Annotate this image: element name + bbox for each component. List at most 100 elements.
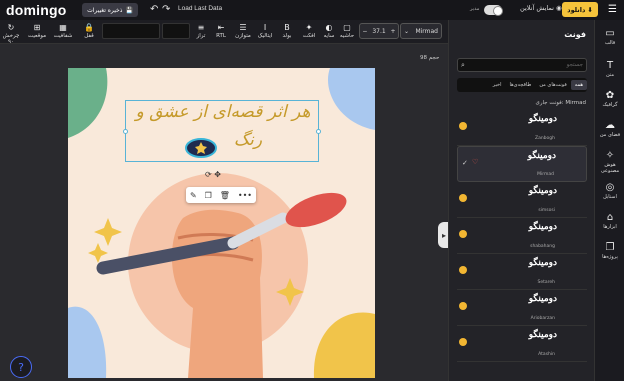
panel-title: فونت bbox=[564, 30, 586, 39]
effect-icon: ✦ bbox=[305, 23, 313, 32]
duplicate-icon[interactable]: ❐ bbox=[205, 191, 212, 200]
rail-item-my-space[interactable]: ☁ فضای من bbox=[595, 120, 624, 138]
rail-item-style[interactable]: ◎ استایل bbox=[595, 182, 624, 200]
font-size-value: 37.1 bbox=[372, 27, 386, 35]
position-icon: ⊞ bbox=[33, 23, 41, 32]
font-item[interactable]: دومینگو Setareh bbox=[457, 254, 587, 290]
help-button[interactable]: ? bbox=[10, 356, 32, 378]
tool-label: افکت bbox=[302, 33, 316, 39]
hamburger-menu-icon[interactable]: ☰ bbox=[608, 4, 617, 15]
rail-item-ai[interactable]: ✧ هوش مصنوعی bbox=[595, 150, 624, 174]
tool-label: شفافیت bbox=[53, 33, 73, 39]
search-icon: ⌕ bbox=[461, 60, 465, 69]
rail-item-projects[interactable]: ❐ پروژه‌ها bbox=[595, 242, 624, 260]
font-tabs: همه فونت‌های من طاقچه‌ی‌ها اخیر bbox=[457, 78, 587, 92]
spacing-input[interactable] bbox=[162, 23, 190, 39]
tool-effect[interactable]: ✦ افکت bbox=[298, 22, 320, 39]
font-sample: دومینگو bbox=[528, 330, 557, 340]
save-icon: 💾 bbox=[125, 6, 133, 14]
mode-toggle[interactable] bbox=[484, 5, 503, 16]
font-size-stepper[interactable]: − 37.1 + bbox=[359, 23, 399, 39]
edit-icon[interactable]: ✎ bbox=[190, 191, 197, 200]
tab-recent[interactable]: اخیر bbox=[489, 80, 506, 90]
font-sample: دومینگو bbox=[528, 114, 557, 124]
resize-handle-right[interactable] bbox=[316, 129, 321, 134]
tool-rtl[interactable]: ⇤ RTL bbox=[210, 22, 232, 39]
save-changes-button[interactable]: ذخیره تغییرات 💾 bbox=[82, 3, 138, 17]
italic-icon: I bbox=[263, 23, 267, 32]
plus-icon[interactable]: + bbox=[391, 28, 396, 35]
tool-label: موقعیت bbox=[27, 33, 47, 39]
favorite-icon[interactable] bbox=[459, 302, 467, 310]
rail-label: فضای من bbox=[599, 132, 621, 138]
tool-border[interactable]: ▢ حاشیه bbox=[336, 22, 358, 39]
favorite-icon[interactable] bbox=[459, 230, 467, 238]
font-item[interactable]: دومینگو Ariobarzan bbox=[457, 290, 587, 326]
tab-all[interactable]: همه bbox=[570, 80, 587, 90]
rail-item-template[interactable]: ▭ قالب bbox=[595, 28, 624, 46]
tool-bold[interactable]: B بولد bbox=[276, 22, 298, 39]
font-item[interactable]: دومینگو simsosi bbox=[457, 182, 587, 218]
tool-label: RTL bbox=[216, 33, 226, 39]
tools-icon: ⌂ bbox=[606, 212, 614, 223]
download-button[interactable]: دانلود ⬇ bbox=[562, 2, 598, 17]
undo-icon[interactable]: ↶ bbox=[150, 4, 158, 15]
selection-context-menu: ✎ ❐ 🗑 ••• bbox=[186, 187, 256, 203]
font-item[interactable]: دومینگو Atashin bbox=[457, 326, 587, 362]
redo-icon[interactable]: ↷ bbox=[162, 4, 170, 15]
font-item[interactable]: دومینگو Zanbogh bbox=[457, 110, 587, 146]
font-family-value: Mirmad bbox=[415, 27, 438, 35]
rail-item-graphics[interactable]: ✿ گرافیک bbox=[595, 90, 624, 108]
font-sample: دومینگو bbox=[528, 294, 557, 304]
rail-label: گرافیک bbox=[602, 102, 618, 108]
font-name: Setareh bbox=[537, 280, 555, 285]
font-item-selected[interactable]: ✓ ♡ دومینگو Mirmad bbox=[457, 146, 587, 182]
tab-collections[interactable]: طاقچه‌ی‌ها bbox=[505, 80, 535, 90]
tool-rotate[interactable]: ↻ چرخش ۹۰ bbox=[0, 22, 22, 45]
minus-icon[interactable]: − bbox=[362, 28, 367, 35]
tool-justify[interactable]: ☰ متوازن bbox=[232, 22, 254, 39]
selection-box[interactable] bbox=[123, 100, 321, 162]
tool-label: حاشیه bbox=[339, 33, 355, 39]
load-last-data-link[interactable]: Load Last Data bbox=[178, 5, 222, 12]
tool-position[interactable]: ⊞ موقعیت bbox=[26, 22, 48, 39]
tool-label: سایه bbox=[323, 33, 335, 39]
font-item[interactable]: دومینگو shabahang bbox=[457, 218, 587, 254]
delete-icon[interactable]: 🗑 bbox=[220, 191, 230, 200]
lock-icon: 🔒 bbox=[84, 23, 94, 32]
font-sample: دومینگو bbox=[528, 258, 557, 268]
search-placeholder: جستجو bbox=[566, 62, 583, 68]
favorite-icon[interactable] bbox=[459, 266, 467, 274]
favorite-icon[interactable] bbox=[459, 122, 467, 130]
tool-italic[interactable]: I ایتالیک bbox=[254, 22, 276, 39]
tool-opacity[interactable]: ▦ شفافیت bbox=[52, 22, 74, 39]
font-search-input[interactable]: ⌕ جستجو bbox=[457, 58, 587, 72]
tool-label: قفل bbox=[84, 33, 94, 39]
sparkle bbox=[94, 218, 122, 246]
tool-align[interactable]: ≡ تراز bbox=[190, 22, 212, 39]
resize-handle-left[interactable] bbox=[123, 129, 128, 134]
tool-lock[interactable]: 🔒 قفل bbox=[78, 22, 100, 39]
favorite-icon[interactable] bbox=[459, 194, 467, 202]
font-family-select[interactable]: ⌄ Mirmad bbox=[400, 23, 442, 39]
font-name: Mirmad bbox=[537, 172, 554, 177]
color-input[interactable] bbox=[102, 23, 160, 39]
font-name: Atashin bbox=[538, 352, 555, 357]
tab-my-fonts[interactable]: فونت‌های من bbox=[535, 80, 570, 90]
rtl-icon: ⇤ bbox=[217, 23, 225, 32]
download-label: دانلود bbox=[567, 5, 586, 14]
justify-icon: ☰ bbox=[239, 23, 247, 32]
tool-label: تراز bbox=[196, 33, 206, 39]
favorite-icon[interactable] bbox=[459, 338, 467, 346]
projects-icon: ❐ bbox=[605, 242, 615, 253]
online-preview-button[interactable]: نمایش آنلاین ◉ bbox=[520, 4, 562, 12]
rotate-move-handles[interactable]: ⟳ ✥ bbox=[205, 170, 221, 179]
font-sample: دومینگو bbox=[528, 222, 557, 232]
rail-item-tools[interactable]: ⌂ ابزارها bbox=[595, 212, 624, 230]
rail-item-text[interactable]: T متن bbox=[595, 60, 624, 78]
align-icon: ≡ bbox=[197, 23, 205, 32]
side-rail: ▭ قالب T متن ✿ گرافیک ☁ فضای من ✧ هوش مص… bbox=[594, 20, 624, 381]
heart-icon[interactable]: ♡ bbox=[472, 158, 478, 166]
more-icon[interactable]: ••• bbox=[238, 191, 252, 200]
green-blob-top-left bbox=[68, 68, 108, 138]
